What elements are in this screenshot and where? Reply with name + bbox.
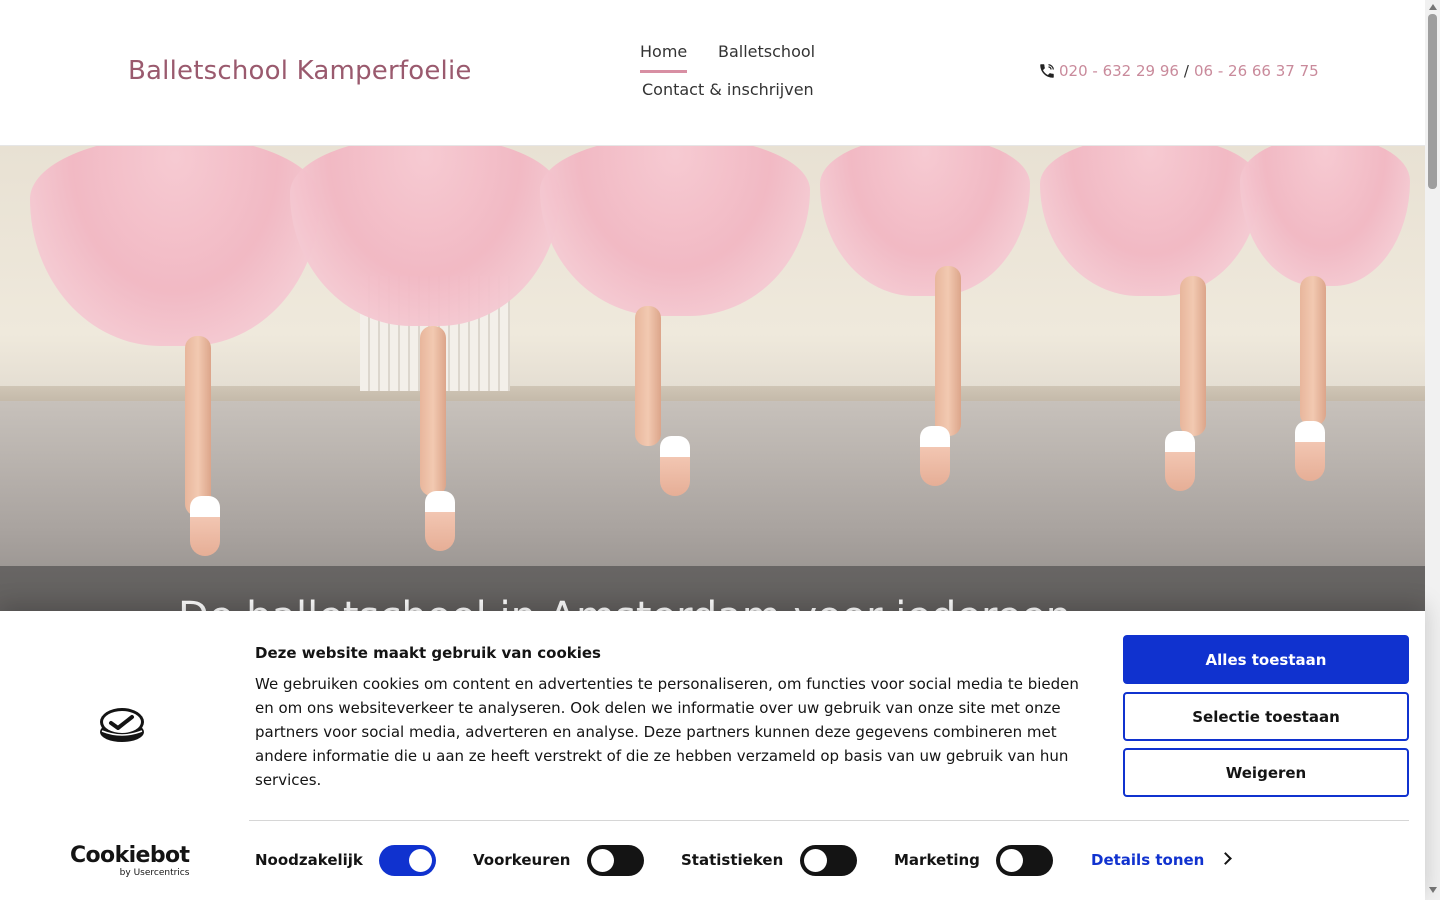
tutu bbox=[30, 146, 320, 346]
cookie-title: Deze website maakt gebruik van cookies bbox=[255, 644, 601, 662]
toggle-knob bbox=[409, 849, 432, 872]
phone-separator: / bbox=[1183, 62, 1189, 80]
allow-all-button[interactable]: Alles toestaan bbox=[1123, 635, 1409, 684]
leg bbox=[635, 306, 661, 446]
leg bbox=[185, 336, 211, 516]
nav-balletschool[interactable]: Balletschool bbox=[718, 42, 815, 61]
toggle-label-marketing: Marketing bbox=[894, 851, 980, 869]
pointe-shoe bbox=[190, 496, 220, 556]
pointe-shoe bbox=[660, 436, 690, 496]
cookiebot-byline: by Usercentrics bbox=[119, 868, 190, 878]
chevron-right-icon[interactable] bbox=[1219, 852, 1232, 865]
show-details-link[interactable]: Details tonen bbox=[1091, 851, 1204, 869]
toggle-label-necessary: Noodzakelijk bbox=[255, 851, 363, 869]
deny-button[interactable]: Weigeren bbox=[1123, 748, 1409, 797]
scroll-down-arrow-icon[interactable] bbox=[1429, 887, 1437, 893]
phone-numbers: 020 - 632 29 96 / 06 - 26 66 37 75 bbox=[1038, 62, 1319, 80]
nav-contact[interactable]: Contact & inschrijven bbox=[642, 80, 814, 99]
scroll-up-arrow-icon[interactable] bbox=[1429, 4, 1437, 10]
tutu bbox=[1240, 146, 1410, 286]
phone-icon bbox=[1040, 64, 1054, 78]
cookie-divider bbox=[249, 820, 1409, 821]
toggle-label-statistics: Statistieken bbox=[681, 851, 784, 869]
leg bbox=[935, 266, 961, 436]
cookie-banner: Deze website maakt gebruik van cookies W… bbox=[0, 611, 1425, 900]
site-header: Balletschool Kamperfoelie Home Balletsch… bbox=[0, 0, 1425, 146]
phone-link-1[interactable]: 020 - 632 29 96 bbox=[1059, 62, 1179, 80]
cookiebot-brand: Cookiebot by Usercentrics bbox=[70, 843, 190, 879]
allow-selection-button[interactable]: Selectie toestaan bbox=[1123, 692, 1409, 741]
phone-link-2[interactable]: 06 - 26 66 37 75 bbox=[1194, 62, 1319, 80]
cookiebot-wordmark: Cookiebot bbox=[70, 843, 190, 868]
tutu bbox=[1040, 146, 1260, 296]
pointe-shoe bbox=[425, 491, 455, 551]
scrollbar-thumb[interactable] bbox=[1428, 14, 1437, 189]
cookie-description: We gebruiken cookies om content en adver… bbox=[255, 675, 1079, 789]
cookiebot-logo-icon bbox=[100, 708, 144, 742]
leg bbox=[1180, 276, 1206, 436]
toggle-knob bbox=[591, 849, 614, 872]
toggle-statistics[interactable] bbox=[800, 845, 857, 876]
toggle-label-preferences: Voorkeuren bbox=[473, 851, 571, 869]
toggle-necessary[interactable] bbox=[379, 845, 436, 876]
pointe-shoe bbox=[1165, 431, 1195, 491]
hero-image: De balletschool in Amsterdam voor iedere… bbox=[0, 146, 1425, 616]
tutu bbox=[290, 146, 560, 326]
leg bbox=[420, 326, 446, 496]
pointe-shoe bbox=[920, 426, 950, 486]
leg bbox=[1300, 276, 1326, 426]
nav-home[interactable]: Home bbox=[640, 42, 688, 73]
site-brand[interactable]: Balletschool Kamperfoelie bbox=[128, 56, 472, 86]
tutu bbox=[540, 146, 810, 316]
tutu bbox=[820, 146, 1030, 296]
pointe-shoe bbox=[1295, 421, 1325, 481]
toggle-knob bbox=[804, 849, 827, 872]
toggle-marketing[interactable] bbox=[996, 845, 1053, 876]
toggle-preferences[interactable] bbox=[587, 845, 644, 876]
toggle-knob bbox=[1000, 849, 1023, 872]
